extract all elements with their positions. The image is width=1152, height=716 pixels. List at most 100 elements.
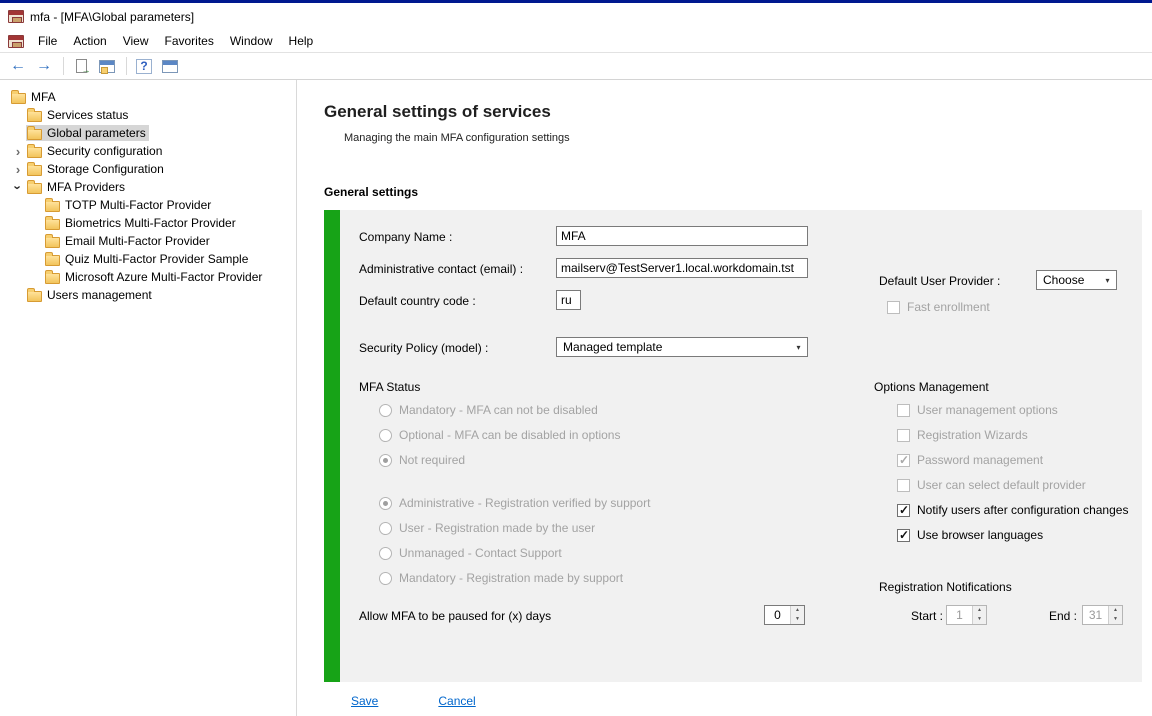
radio-icon <box>379 497 392 510</box>
checkbox-use-browser-languages[interactable]: Use browser languages <box>897 527 1043 543</box>
default-user-provider-value: Choose <box>1037 273 1099 287</box>
spinner-buttons: ▲▼ <box>1108 606 1122 624</box>
radio-registration-user: User - Registration made by the user <box>379 520 595 536</box>
main-panel: General settings of services Managing th… <box>297 80 1152 716</box>
checkbox-label: User management options <box>917 403 1058 417</box>
tree-item-totp-provider[interactable]: TOTP Multi-Factor Provider <box>0 196 296 214</box>
fast-enrollment-checkbox: Fast enrollment <box>887 299 990 315</box>
checkbox-user-select-default-provider: User can select default provider <box>897 477 1086 493</box>
forward-arrow-icon: → <box>36 58 52 74</box>
security-policy-select[interactable]: Managed template ▾ <box>556 337 808 357</box>
tree-item-storage-configuration[interactable]: Storage Configuration <box>0 160 296 178</box>
radio-icon <box>379 572 392 585</box>
radio-label: Optional - MFA can be disabled in option… <box>399 428 620 442</box>
folder-icon <box>45 273 60 284</box>
folder-icon <box>27 183 42 194</box>
tree-item-security-configuration[interactable]: Security configuration <box>0 142 296 160</box>
properties-window-button[interactable] <box>158 55 182 77</box>
radio-registration-administrative: Administrative - Registration verified b… <box>379 495 650 511</box>
radio-label: Mandatory - Registration made by support <box>399 571 623 585</box>
cancel-link[interactable]: Cancel <box>438 694 475 708</box>
menu-view[interactable]: View <box>115 31 157 51</box>
tree-item-mfa[interactable]: MFA <box>0 88 296 106</box>
start-day-value: 1 <box>947 606 972 624</box>
checkbox-password-management: Password management <box>897 452 1043 468</box>
show-console-tree-button[interactable] <box>95 55 119 77</box>
folder-icon <box>27 129 42 140</box>
fast-enrollment-label: Fast enrollment <box>907 300 990 314</box>
chevron-right-icon[interactable] <box>10 163 26 176</box>
security-policy-label: Security Policy (model) : <box>359 341 488 355</box>
company-name-input[interactable] <box>556 226 808 246</box>
company-name-label: Company Name : <box>359 230 452 244</box>
tree-item-email-provider[interactable]: Email Multi-Factor Provider <box>0 232 296 250</box>
save-link[interactable]: Save <box>351 694 378 708</box>
footer-actions: Save Cancel <box>351 694 476 708</box>
chevron-down-icon[interactable] <box>12 179 25 195</box>
tree-item-label: Biometrics Multi-Factor Provider <box>65 216 236 230</box>
mfa-status-title: MFA Status <box>359 380 420 394</box>
checkbox-label: Use browser languages <box>917 528 1043 542</box>
security-policy-value: Managed template <box>557 340 790 354</box>
country-code-input[interactable] <box>556 290 581 310</box>
menu-file[interactable]: File <box>30 31 65 51</box>
console-icon <box>8 35 24 48</box>
menu-action[interactable]: Action <box>65 31 114 51</box>
spin-up-icon: ▲ <box>791 606 804 615</box>
start-day-spinner: 1 ▲▼ <box>946 605 987 625</box>
mmc-app-icon <box>8 10 24 23</box>
tree-item-global-parameters[interactable]: Global parameters <box>0 124 296 142</box>
help-button[interactable]: ? <box>132 55 156 77</box>
help-icon: ? <box>136 59 152 74</box>
tree-item-quiz-provider[interactable]: Quiz Multi-Factor Provider Sample <box>0 250 296 268</box>
back-button[interactable]: ← <box>6 55 30 77</box>
tree-item-biometrics-provider[interactable]: Biometrics Multi-Factor Provider <box>0 214 296 232</box>
menu-favorites[interactable]: Favorites <box>157 31 222 51</box>
tree-item-users-management[interactable]: Users management <box>0 286 296 304</box>
checkbox-notify-users[interactable]: Notify users after configuration changes <box>897 502 1128 518</box>
country-code-label: Default country code : <box>359 294 476 308</box>
page-subtitle: Managing the main MFA configuration sett… <box>344 132 570 144</box>
tree-item-azure-provider[interactable]: Microsoft Azure Multi-Factor Provider <box>0 268 296 286</box>
radio-label: Mandatory - MFA can not be disabled <box>399 403 598 417</box>
properties-window-icon <box>162 60 178 73</box>
menu-window[interactable]: Window <box>222 31 281 51</box>
menu-help[interactable]: Help <box>281 31 322 51</box>
checkbox-label: Password management <box>917 453 1043 467</box>
forward-button[interactable]: → <box>32 55 56 77</box>
radio-label: Administrative - Registration verified b… <box>399 496 650 510</box>
radio-icon <box>379 404 392 417</box>
chevron-right-icon[interactable] <box>10 145 26 158</box>
spinner-buttons[interactable]: ▲▼ <box>790 606 804 624</box>
default-user-provider-label: Default User Provider : <box>879 274 1000 288</box>
tree-item-label: Global parameters <box>47 126 146 140</box>
admin-contact-input[interactable] <box>556 258 808 278</box>
radio-label: Unmanaged - Contact Support <box>399 546 562 560</box>
folder-icon <box>27 291 42 302</box>
radio-registration-mandatory: Mandatory - Registration made by support <box>379 570 623 586</box>
section-title-general-settings: General settings <box>324 185 418 199</box>
checkbox-icon <box>897 404 910 417</box>
checkbox-label: Notify users after configuration changes <box>917 503 1128 517</box>
titlebar: mfa - [MFA\Global parameters] <box>0 3 1152 30</box>
tree-item-services-status[interactable]: Services status <box>0 106 296 124</box>
window-title: mfa - [MFA\Global parameters] <box>30 10 194 24</box>
checkbox-label: User can select default provider <box>917 478 1086 492</box>
options-management-title: Options Management <box>874 380 989 394</box>
default-user-provider-select[interactable]: Choose ▾ <box>1036 270 1117 290</box>
folder-icon <box>27 165 42 176</box>
spin-down-icon: ▼ <box>791 615 804 624</box>
spin-down-icon: ▼ <box>1109 615 1122 624</box>
tree-item-label: Services status <box>47 108 128 122</box>
tree-item-mfa-providers[interactable]: MFA Providers <box>0 178 296 196</box>
tree-item-label: Storage Configuration <box>47 162 164 176</box>
registration-notifications-title: Registration Notifications <box>879 580 1012 594</box>
export-list-button[interactable] <box>69 55 93 77</box>
folder-icon <box>27 147 42 158</box>
pause-days-spinner[interactable]: 0 ▲▼ <box>764 605 805 625</box>
radio-mfa-not-required: Not required <box>379 452 465 468</box>
radio-label: User - Registration made by the user <box>399 521 595 535</box>
end-day-value: 31 <box>1083 606 1108 624</box>
tree-item-label: MFA Providers <box>47 180 125 194</box>
start-label: Start : <box>911 609 943 623</box>
